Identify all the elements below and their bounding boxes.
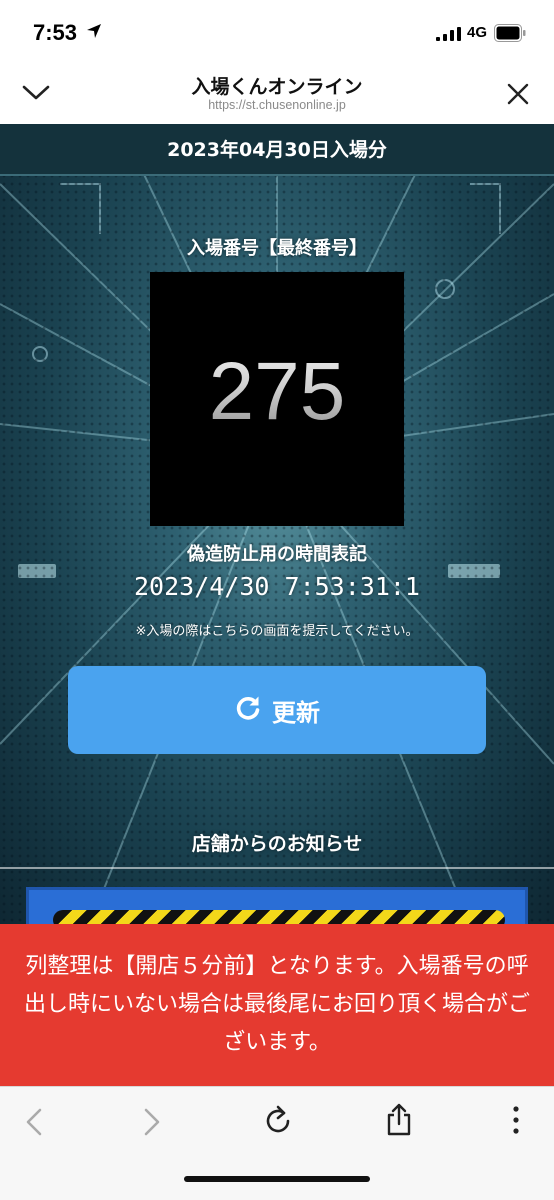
battery-icon (494, 24, 526, 46)
browser-toolbar (0, 1086, 554, 1200)
back-icon[interactable] (24, 1107, 44, 1141)
store-notice-title: 店舗からのお知らせ (0, 829, 554, 869)
network-label: 4G (467, 24, 488, 41)
status-time: 7:53 (33, 20, 78, 45)
refresh-label: 更新 (272, 698, 320, 727)
main-content: 2023年04月30日入場分 入場番号【最終番号】 275 偽造防止用の時間表記… (0, 124, 554, 924)
anti-forgery-label: 偽造防止用の時間表記 (187, 544, 367, 565)
close-icon[interactable] (506, 82, 530, 110)
entry-number-box: 275 (150, 272, 404, 526)
entry-number-label: 入場番号【最終番号】 (187, 238, 367, 259)
date-banner: 2023年04月30日入場分 (0, 124, 554, 176)
share-icon[interactable] (385, 1103, 413, 1141)
refresh-button[interactable]: 更新 (68, 666, 486, 754)
store-notice-card (26, 887, 528, 924)
location-arrow-icon (86, 23, 102, 43)
presentation-notice: ※入場の際はこちらの画面を提示してください。 (135, 624, 419, 639)
anti-forgery-timestamp: 2023/4/30 7:53:31:1 (134, 572, 420, 601)
nav-header: 入場くんオンライン https://st.chusenonline.jp (0, 62, 554, 124)
refresh-icon (234, 694, 262, 726)
queue-notice-text: 列整理は【開店５分前】となります。入場番号の呼出し時にいない場合は最後尾にお回り… (24, 954, 531, 1055)
queue-notice-banner: 列整理は【開店５分前】となります。入場番号の呼出し時にいない場合は最後尾にお回り… (0, 924, 554, 1086)
page-title: 入場くんオンライン (191, 76, 363, 98)
page-url: https://st.chusenonline.jp (208, 98, 346, 112)
hazard-stripe (53, 910, 505, 924)
reload-icon[interactable] (264, 1105, 292, 1139)
entry-number: 275 (150, 342, 404, 442)
forward-icon[interactable] (142, 1107, 162, 1141)
more-icon[interactable] (512, 1105, 520, 1139)
home-indicator (184, 1176, 370, 1182)
signal-icon (436, 26, 462, 45)
status-bar: 7:53 4G (0, 0, 554, 62)
